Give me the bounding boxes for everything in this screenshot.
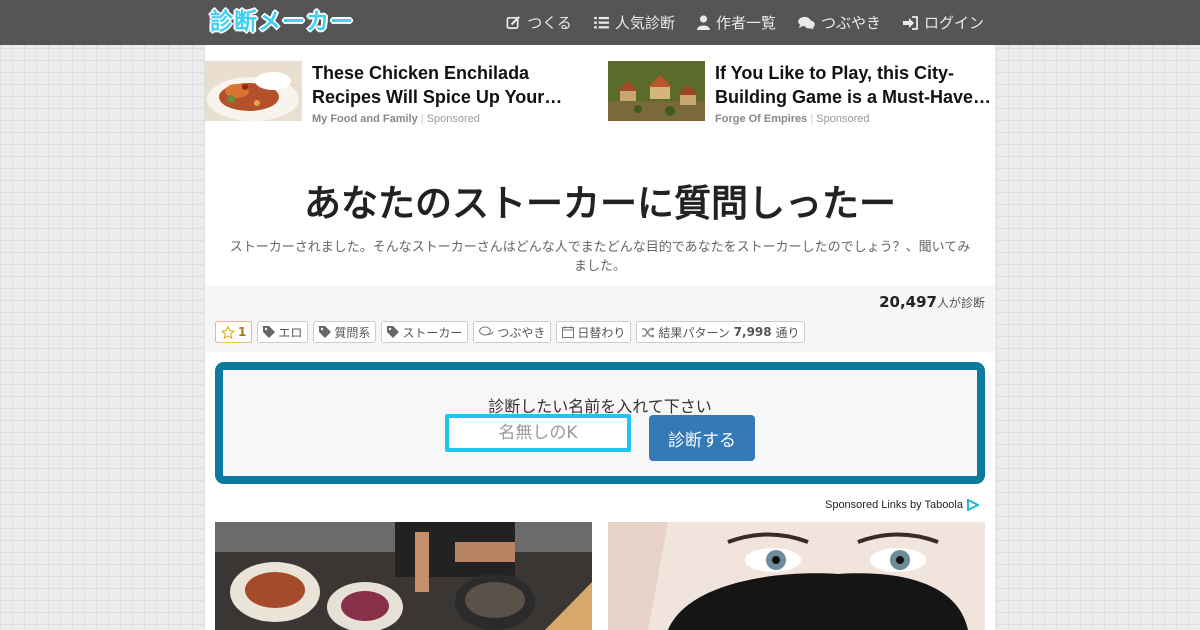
site-logo[interactable]: 診断メーカー [210,7,354,37]
calendar-icon [562,326,575,338]
tag-icon [319,326,332,338]
diagnose-button[interactable]: 診断する [649,415,755,461]
nav-authors[interactable]: 作者一覧 [696,12,776,33]
ad-card-1[interactable]: These Chicken Enchilada Recipes Will Spi… [205,61,594,125]
diagnosis-description: ストーカーされました。そんなストーカーさんはどんな人でまたどんな目的であなたをス… [229,240,971,274]
sponsored-image-dining[interactable] [215,522,592,630]
name-input[interactable] [445,414,631,452]
diagnosis-form: 診断したい名前を入れて下さい 診断する [215,362,985,484]
tag-label: エロ [278,325,303,340]
tag-label: 質問系 [334,325,371,340]
top-navbar: 診断メーカー つくる 人気診断 作者一覧 つぶやき ログイン [0,0,1200,45]
patterns-prefix: 結果パターン [658,325,730,340]
patterns-suffix: 通り [775,325,800,340]
tweets-button[interactable]: つぶやき [473,321,552,343]
comments-icon [479,326,494,336]
comments-icon [798,16,815,29]
ad-title-1[interactable]: These Chicken Enchilada Recipes Will Spi… [312,61,594,109]
tag-stalker[interactable]: ストーカー [381,321,469,343]
main-content: These Chicken Enchilada Recipes Will Spi… [205,45,995,630]
taboola-label: Sponsored Links by Taboola [824,499,963,511]
diagnosis-count-suffix: 人が診断 [936,296,985,310]
nav-create-label: つくる [527,14,572,32]
result-patterns-badge: 結果パターン 7,998 通り [636,321,806,343]
ad-image-food[interactable] [205,61,302,121]
main-nav: つくる 人気診断 作者一覧 つぶやき ログイン [484,0,984,45]
nav-create[interactable]: つくる [506,12,572,33]
diagnosis-meta: 20,497人が診断 1 エロ 質問系 ストーカー つぶやき 日替わり 結果パタ… [205,286,995,352]
shuffle-icon [642,326,655,338]
daily-badge: 日替わり [556,321,632,343]
star-icon [221,325,235,339]
nav-tweets-label: つぶやき [820,14,881,32]
favorite-button[interactable]: 1 [215,321,253,343]
edit-icon [506,16,521,29]
user-icon [696,15,710,30]
diagnosis-count-value: 20,497 [879,293,937,311]
tag-icon [387,326,400,338]
ad-source-1: My Food and Family | Sponsored [312,113,480,125]
sign-in-icon [902,15,918,30]
nav-popular-label: 人気診断 [614,14,675,32]
taboola-sponsored-links[interactable]: Sponsored Links by Taboola [825,499,979,511]
nav-tweets[interactable]: つぶやき [798,12,881,33]
taboola-logo-icon [967,499,979,511]
tweets-label: つぶやき [497,325,546,340]
tag-label: ストーカー [402,325,463,340]
ad-title-2[interactable]: If You Like to Play, this City-Building … [715,61,997,109]
diagnosis-title: あなたのストーカーに質問しったー [304,182,896,225]
sponsored-image-mask[interactable] [608,522,985,630]
nav-login-label: ログイン [923,14,984,32]
tag-list: 1 エロ 質問系 ストーカー つぶやき 日替わり 結果パターン 7,998 通り [215,321,810,343]
favorite-count: 1 [238,325,247,339]
ad-image-game[interactable] [608,61,705,121]
ad-source-2: Forge Of Empires | Sponsored [715,113,870,125]
nav-login[interactable]: ログイン [902,12,984,33]
ad-card-2[interactable]: If You Like to Play, this City-Building … [608,61,997,125]
tag-icon [263,326,276,338]
list-icon [594,16,609,29]
nav-popular[interactable]: 人気診断 [594,12,675,33]
patterns-count: 7,998 [733,325,772,339]
tag-ero[interactable]: エロ [257,321,309,343]
daily-label: 日替わり [577,325,626,340]
nav-authors-label: 作者一覧 [715,14,776,32]
diagnosis-count: 20,497人が診断 [879,293,985,311]
tag-question[interactable]: 質問系 [313,321,377,343]
